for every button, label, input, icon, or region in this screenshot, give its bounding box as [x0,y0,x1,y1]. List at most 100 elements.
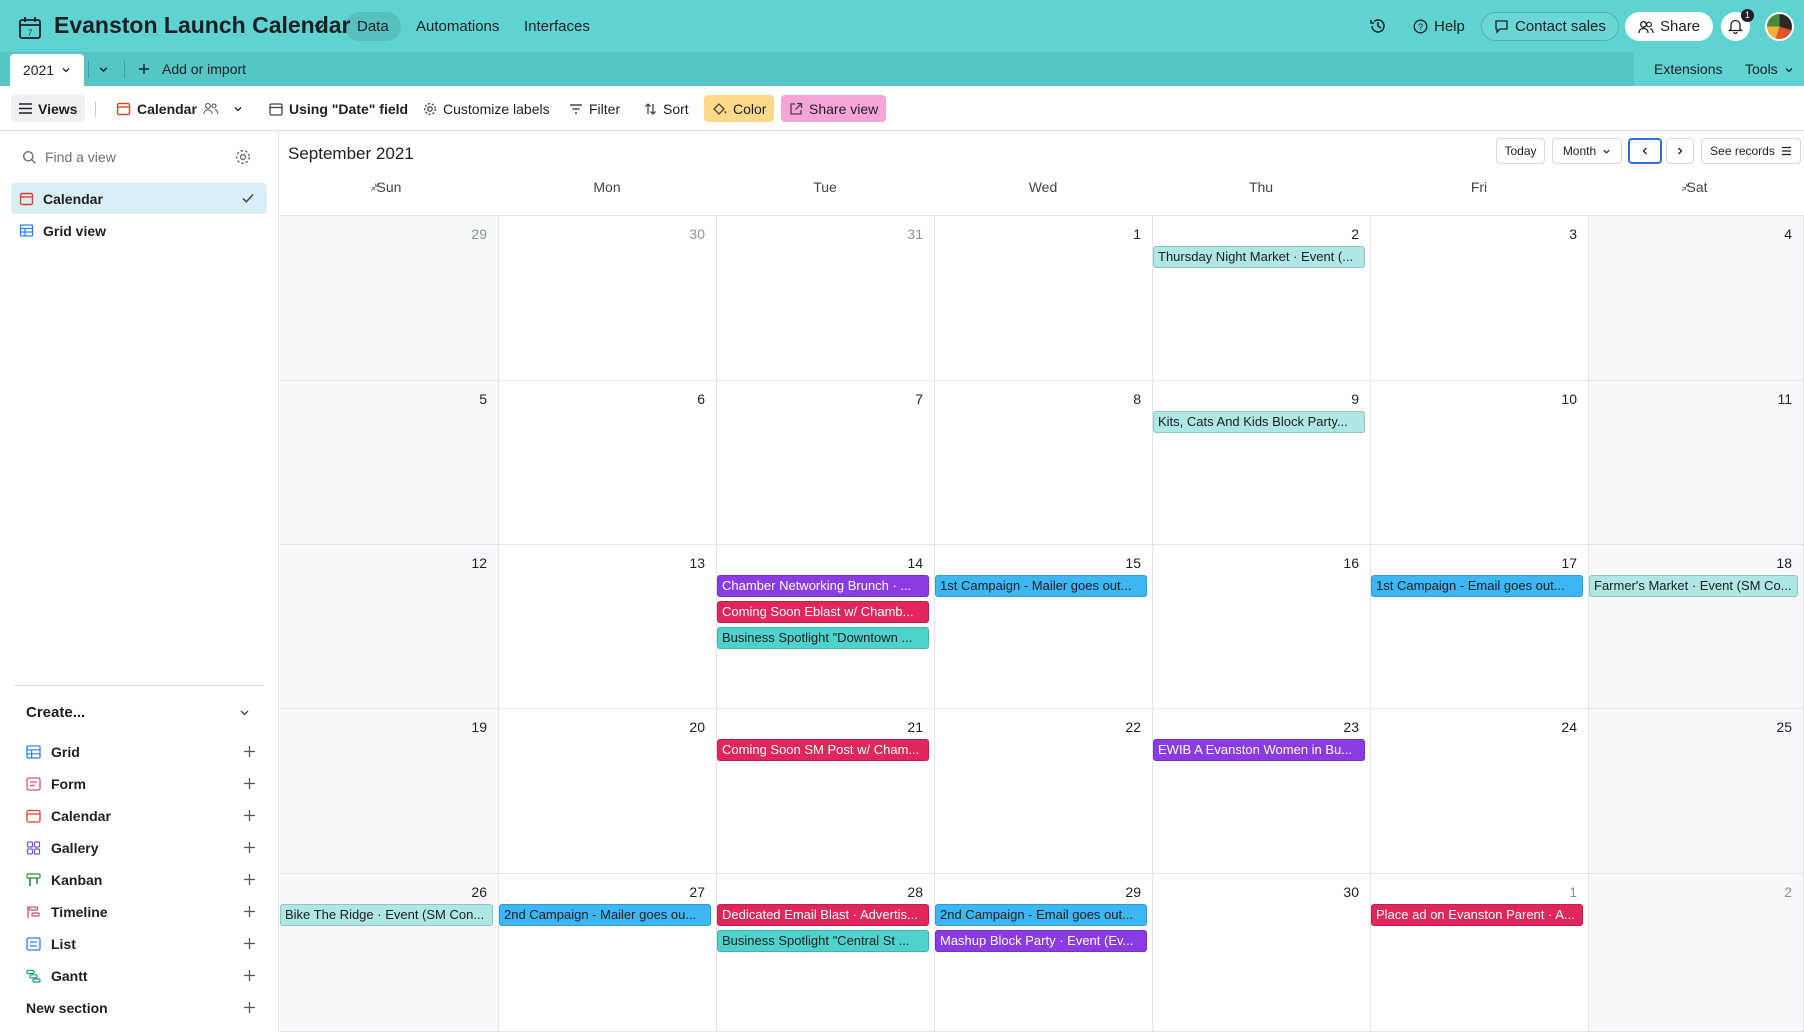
create-form[interactable]: Form [26,773,256,795]
sort-button[interactable]: Sort [636,95,697,122]
previous-month-button[interactable] [1628,138,1662,164]
chevron-down-icon[interactable] [238,706,251,719]
calendar-event[interactable]: Chamber Networking Brunch · ... [717,575,929,597]
gear-icon[interactable] [234,148,252,166]
calendar-day-cell[interactable]: 30 [499,216,717,381]
calendar-day-cell[interactable]: 22 [935,709,1153,874]
sidebar-view-calendar[interactable]: Calendar [11,183,267,214]
calendar-day-cell[interactable]: 19 [280,709,499,874]
calendar-day-cell[interactable]: 2 Thursday Night Market · Event (... [1153,216,1371,381]
calendar-day-cell[interactable]: 13 [499,545,717,709]
calendar-day-cell[interactable]: 28 Dedicated Email Blast · Advertis... Bus… [717,874,935,1032]
plus-icon[interactable] [243,841,256,854]
create-list[interactable]: List [26,933,256,955]
plus-icon[interactable] [138,63,150,75]
calendar-day-cell[interactable]: 23 EWIB A Evanston Women in Bu... [1153,709,1371,874]
base-title[interactable]: Evanston Launch Calendar [54,12,351,39]
current-view-button[interactable]: Calendar [108,95,251,122]
next-month-button[interactable] [1666,138,1694,164]
plus-icon[interactable] [243,1001,256,1014]
plus-icon[interactable] [243,905,256,918]
calendar-event[interactable]: Bike The Ridge · Event (SM Con... [280,904,493,926]
calendar-event[interactable]: Coming Soon SM Post w/ Cham... [717,739,929,761]
calendar-base-icon[interactable]: 7 [17,15,43,41]
tab-data[interactable]: Data [345,12,401,41]
calendar-day-cell[interactable]: 3 [1371,216,1589,381]
create-heading[interactable]: Create... [26,704,85,721]
calendar-day-cell[interactable]: 9 Kits, Cats And Kids Block Party... [1153,381,1371,545]
range-select[interactable]: Month [1552,138,1622,164]
calendar-event[interactable]: Mashup Block Party · Event (Ev... [935,930,1147,952]
calendar-day-cell[interactable]: 30 [1153,874,1371,1032]
calendar-event[interactable]: 1st Campaign - Mailer goes out... [935,575,1147,597]
color-button[interactable]: Color [704,95,775,122]
views-toggle-button[interactable]: Views [11,95,86,122]
contact-sales-button[interactable]: Contact sales [1481,12,1619,41]
plus-icon[interactable] [243,777,256,790]
filter-button[interactable]: Filter [561,95,628,122]
calendar-day-cell[interactable]: 11 [1589,381,1804,545]
extensions-button[interactable]: Extensions [1654,61,1722,77]
share-view-button[interactable]: Share view [781,95,887,122]
calendar-day-cell[interactable]: 20 [499,709,717,874]
calendar-event[interactable]: Business Spotlight "Downtown ... [717,627,929,649]
calendar-day-cell[interactable]: 27 2nd Campaign - Mailer goes ou... [499,874,717,1032]
calendar-event[interactable]: 1st Campaign - Email goes out... [1371,575,1583,597]
tab-interfaces[interactable]: Interfaces [512,12,602,41]
calendar-day-cell[interactable]: 16 [1153,545,1371,709]
create-grid[interactable]: Grid [26,741,256,763]
table-tab-2021[interactable]: 2021 [10,54,84,86]
calendar-day-cell[interactable]: 1 Place ad on Evanston Parent · A... [1371,874,1589,1032]
sidebar-view-grid[interactable]: Grid view [11,215,267,246]
history-icon[interactable] [1369,17,1387,35]
add-or-import-button[interactable]: Add or import [162,61,246,77]
chevron-down-icon[interactable] [98,64,109,75]
plus-icon[interactable] [243,745,256,758]
calendar-event[interactable]: Place ad on Evanston Parent · A... [1371,904,1583,926]
calendar-event[interactable]: 2nd Campaign - Email goes out... [935,904,1147,926]
calendar-event[interactable]: Kits, Cats And Kids Block Party... [1153,411,1365,433]
create-gantt[interactable]: Gantt [26,965,256,987]
plus-icon[interactable] [243,937,256,950]
create-calendar[interactable]: Calendar [26,805,256,827]
tools-button[interactable]: Tools [1745,61,1778,77]
calendar-day-cell[interactable]: 17 1st Campaign - Email goes out... [1371,545,1589,709]
calendar-event[interactable]: 2nd Campaign - Mailer goes ou... [499,904,711,926]
calendar-day-cell[interactable]: 18 Farmer's Market · Event (SM Co... [1589,545,1804,709]
share-button[interactable]: Share [1625,12,1714,41]
calendar-day-cell[interactable]: 4 [1589,216,1804,381]
help-button[interactable]: ? Help [1413,12,1465,41]
calendar-day-cell[interactable]: 24 [1371,709,1589,874]
calendar-day-cell[interactable]: 15 1st Campaign - Mailer goes out... [935,545,1153,709]
create-gallery[interactable]: Gallery [26,837,256,859]
calendar-day-cell[interactable]: 21 Coming Soon SM Post w/ Cham... [717,709,935,874]
tab-automations[interactable]: Automations [404,12,511,41]
plus-icon[interactable] [243,969,256,982]
calendar-day-cell[interactable]: 12 [280,545,499,709]
today-button[interactable]: Today [1496,138,1545,164]
plus-icon[interactable] [243,873,256,886]
calendar-day-cell[interactable]: 2 [1589,874,1804,1032]
calendar-day-cell[interactable]: 5 [280,381,499,545]
calendar-day-cell[interactable]: 10 [1371,381,1589,545]
calendar-day-cell[interactable]: 1 [935,216,1153,381]
calendar-day-cell[interactable]: 14 Chamber Networking Brunch · ... Coming … [717,545,935,709]
calendar-day-cell[interactable]: 7 [717,381,935,545]
calendar-day-cell[interactable]: 29 [280,216,499,381]
calendar-day-cell[interactable]: 6 [499,381,717,545]
calendar-day-cell[interactable]: 25 [1589,709,1804,874]
calendar-event[interactable]: Thursday Night Market · Event (... [1153,246,1365,268]
see-records-button[interactable]: See records [1701,138,1801,164]
calendar-day-cell[interactable]: 31 [717,216,935,381]
create-kanban[interactable]: Kanban [26,869,256,891]
avatar[interactable] [1765,12,1794,41]
create-timeline[interactable]: Timeline [26,901,256,923]
calendar-event[interactable]: Coming Soon Eblast w/ Chamb... [717,601,929,623]
calendar-event[interactable]: EWIB A Evanston Women in Bu... [1153,739,1365,761]
calendar-event[interactable]: Dedicated Email Blast · Advertis... [717,904,929,926]
plus-icon[interactable] [243,809,256,822]
calendar-day-cell[interactable]: 8 [935,381,1153,545]
calendar-event[interactable]: Business Spotlight "Central St ... [717,930,929,952]
customize-labels-button[interactable]: Customize labels [415,95,558,122]
calendar-day-cell[interactable]: 26 Bike The Ridge · Event (SM Con... [280,874,499,1032]
